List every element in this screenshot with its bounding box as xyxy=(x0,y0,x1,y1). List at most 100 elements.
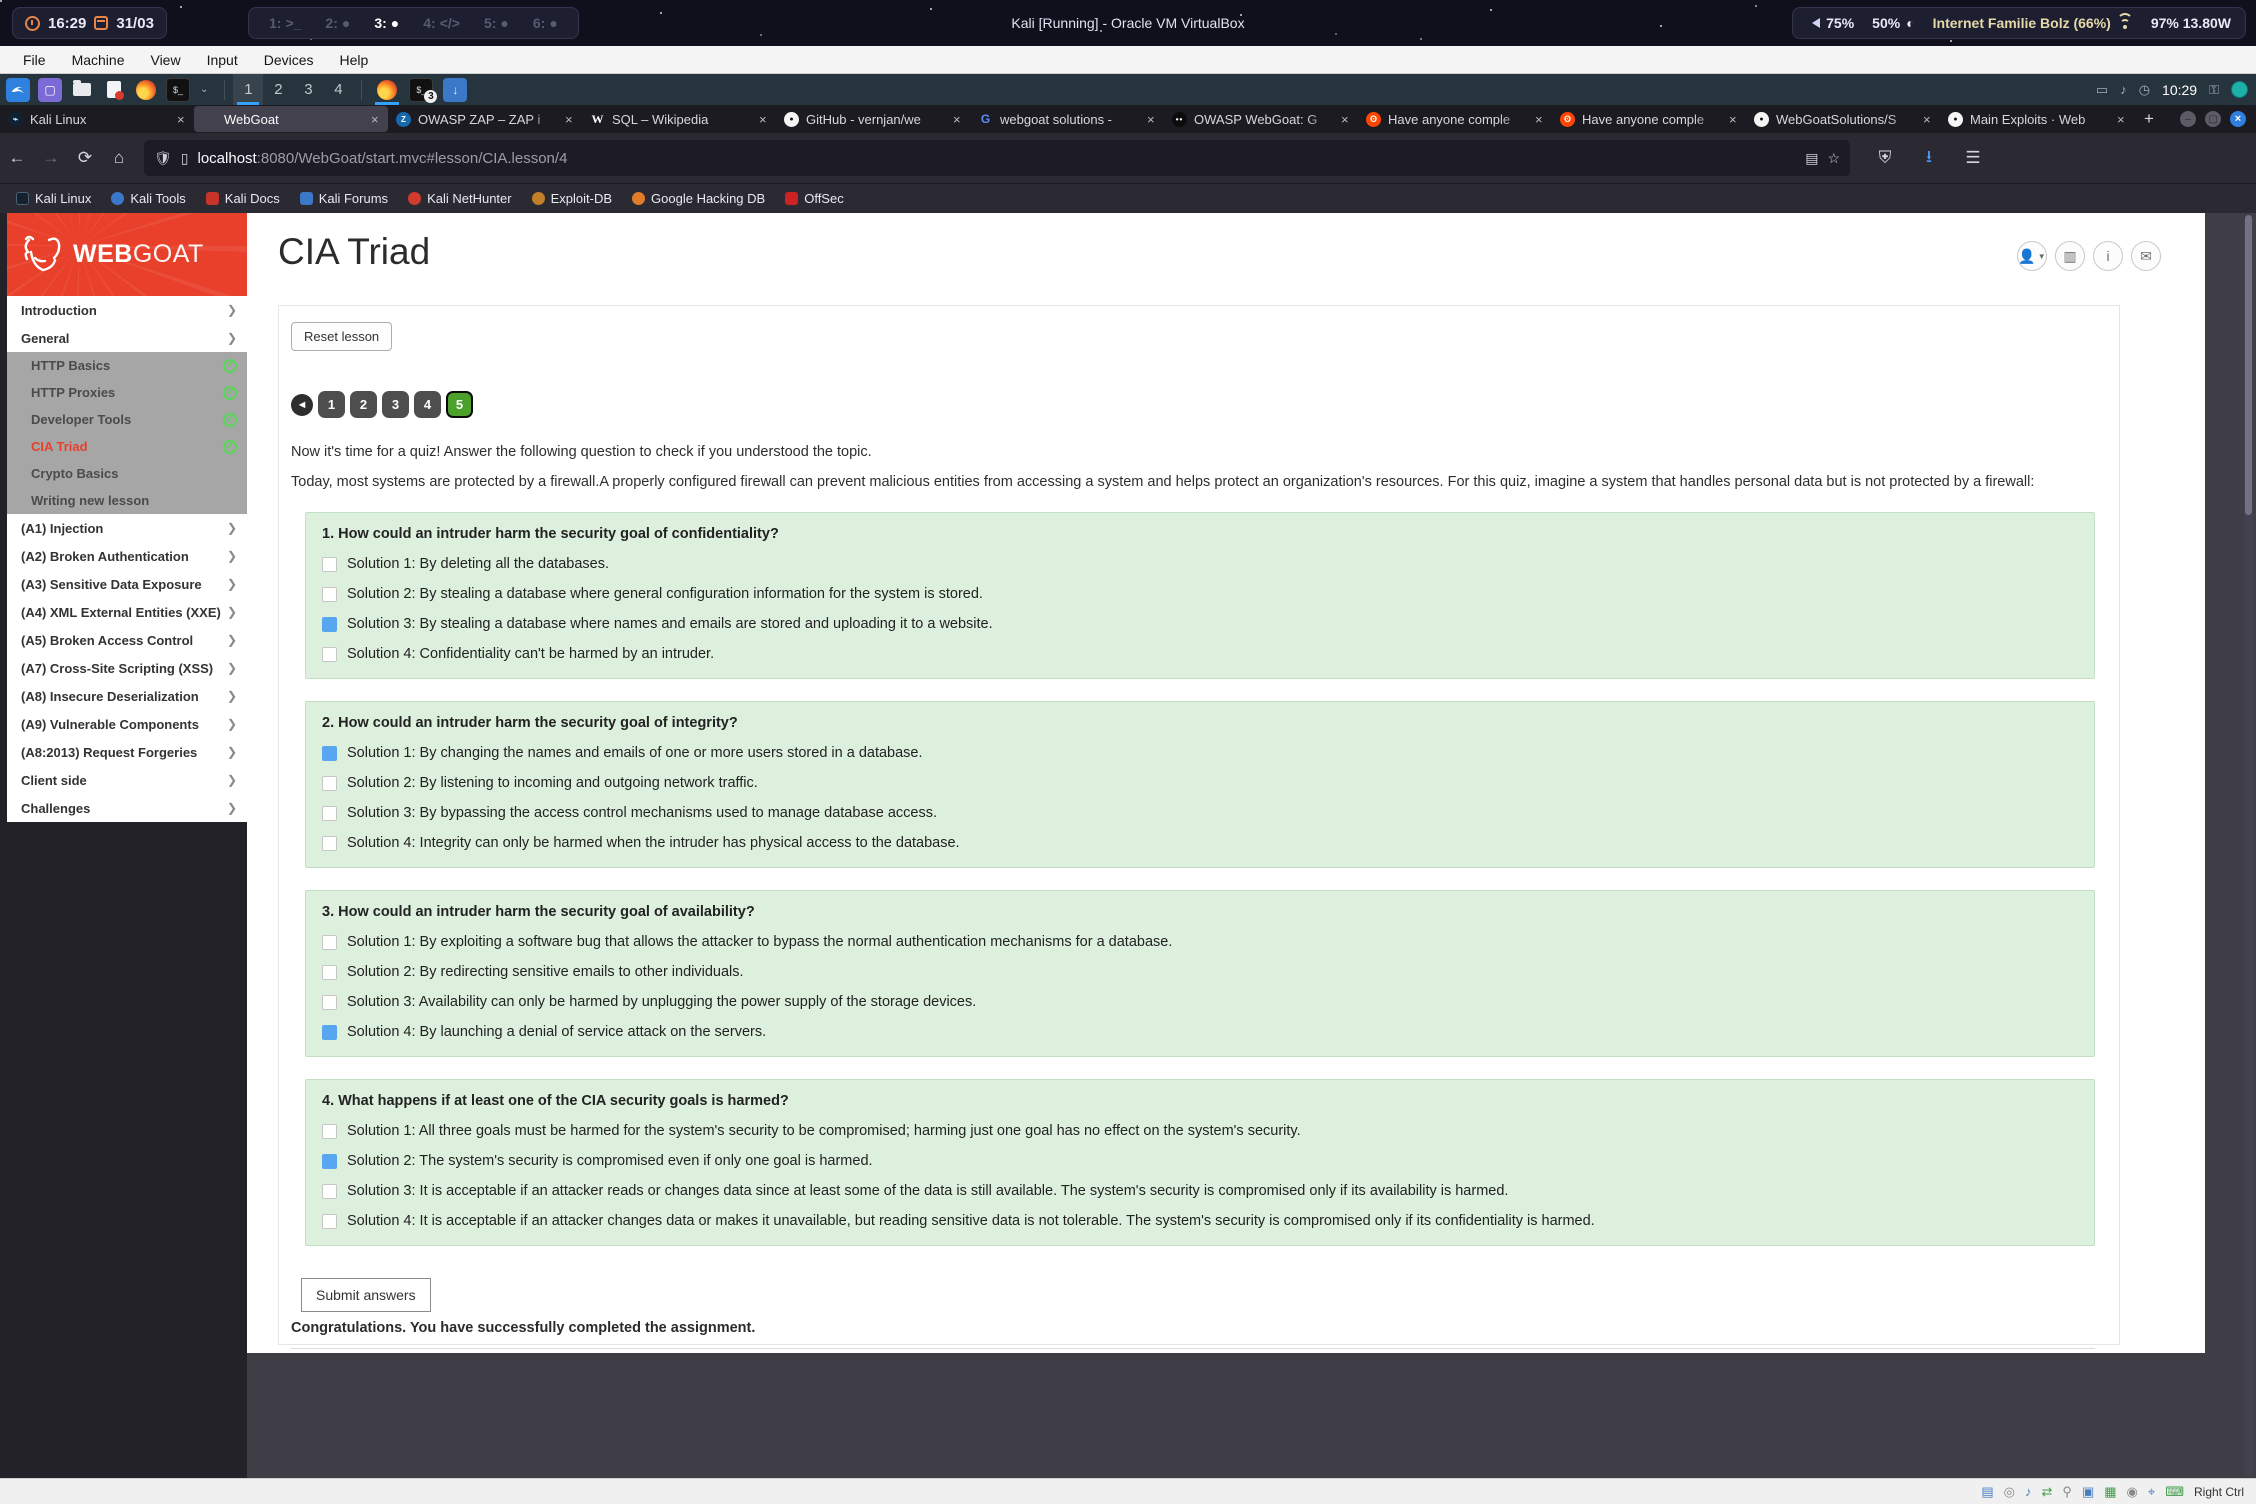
maximize-button[interactable]: ▢ xyxy=(2205,111,2221,127)
bookmark-kali-docs[interactable]: Kali Docs xyxy=(206,191,280,206)
tab-github-vernjan[interactable]: GitHub - vernjan/we× xyxy=(776,105,970,133)
checkbox[interactable] xyxy=(322,587,337,602)
answer-option[interactable]: Solution 4: By launching a denial of ser… xyxy=(322,1024,2078,1040)
page-info-icon[interactable]: ▯ xyxy=(181,150,189,167)
tab-close-icon[interactable]: × xyxy=(1535,112,1543,127)
reader-mode-icon[interactable]: ▤ xyxy=(1805,150,1818,167)
network-status-icon[interactable]: ⇄ xyxy=(2042,1484,2053,1500)
checkbox[interactable] xyxy=(322,806,337,821)
checkbox[interactable] xyxy=(322,776,337,791)
page-scrollbar[interactable] xyxy=(2244,215,2253,1476)
battery-indicator[interactable]: 97% 13.80W xyxy=(2151,15,2231,31)
terminal-launcher-icon[interactable] xyxy=(166,78,190,102)
answer-option[interactable]: Solution 2: By stealing a database where… xyxy=(322,586,2078,602)
tab-owasp-webgoat[interactable]: OWASP WebGoat: G× xyxy=(1164,105,1358,133)
page-4-button[interactable]: 4 xyxy=(414,391,441,418)
page-5-button-current[interactable]: 5 xyxy=(446,391,473,418)
submit-answers-button[interactable]: Submit answers xyxy=(301,1278,431,1312)
answer-option[interactable]: Solution 3: It is acceptable if an attac… xyxy=(322,1183,2078,1199)
bookmark-google-hacking-db[interactable]: Google Hacking DB xyxy=(632,191,765,206)
tab-kali-linux[interactable]: Kali Linux× xyxy=(0,105,194,133)
checkbox[interactable] xyxy=(322,1124,337,1139)
menu-view[interactable]: View xyxy=(137,46,193,73)
kali-menu-button[interactable] xyxy=(6,78,30,102)
tab-webgoat-solutions-search[interactable]: webgoat solutions -× xyxy=(970,105,1164,133)
checkbox[interactable] xyxy=(322,1184,337,1199)
hdd-status-icon[interactable]: ▤ xyxy=(1981,1484,1993,1500)
host-clock-widget[interactable]: 16:29 31/03 xyxy=(12,7,167,39)
lock-tray-icon[interactable]: ⚿ xyxy=(2209,82,2219,98)
host-status-widgets[interactable]: 75% 50%◐ Internet Familie Bolz (66%) 97%… xyxy=(1792,7,2246,39)
sidebar-item-http-proxies[interactable]: HTTP Proxies✓ xyxy=(7,379,247,406)
tab-webgoat-active[interactable]: WebGoat× xyxy=(194,106,388,132)
answer-option[interactable]: Solution 3: Availability can only be har… xyxy=(322,994,2078,1010)
host-workspace-6[interactable]: 6:● xyxy=(525,15,566,31)
tab-close-icon[interactable]: × xyxy=(1729,112,1737,127)
usb-status-icon[interactable]: ⚲ xyxy=(2062,1484,2072,1500)
tab-sql-wikipedia[interactable]: SQL – Wikipedia× xyxy=(582,105,776,133)
checkbox[interactable] xyxy=(322,836,337,851)
file-manager-icon[interactable] xyxy=(70,78,94,102)
close-button[interactable]: × xyxy=(2230,111,2246,127)
audio-tray-icon[interactable]: ♪ xyxy=(2120,82,2127,97)
answer-option[interactable]: Solution 3: By stealing a database where… xyxy=(322,616,2078,632)
sidebar-item-crypto-basics[interactable]: Crypto Basics xyxy=(7,460,247,487)
checkbox[interactable] xyxy=(322,1154,337,1169)
checkbox[interactable] xyxy=(322,557,337,572)
downloads-icon[interactable]: ⭳ xyxy=(1912,141,1946,175)
tab-main-exploits[interactable]: Main Exploits · Web× xyxy=(1940,105,2134,133)
host-workspace-1[interactable]: 1:>_ xyxy=(261,15,309,31)
host-workspace-4[interactable]: 4:</> xyxy=(415,15,468,31)
page-1-button[interactable]: 1 xyxy=(318,391,345,418)
tab-webgoatsolutions-repo[interactable]: WebGoatSolutions/S× xyxy=(1746,105,1940,133)
sidebar-item-a1-injection[interactable]: (A1) Injection❯ xyxy=(7,514,247,542)
sidebar-item-a3-sensitive-data-exposure[interactable]: (A3) Sensitive Data Exposure❯ xyxy=(7,570,247,598)
tab-close-icon[interactable]: × xyxy=(1147,112,1155,127)
tab-reddit-2[interactable]: Have anyone comple× xyxy=(1552,105,1746,133)
bookmark-kali-tools[interactable]: Kali Tools xyxy=(111,191,185,206)
bookmark-offsec[interactable]: OffSec xyxy=(785,191,844,206)
sidebar-item-http-basics[interactable]: HTTP Basics✓ xyxy=(7,352,247,379)
host-workspace-5[interactable]: 5:● xyxy=(476,15,517,31)
tab-close-icon[interactable]: × xyxy=(177,112,185,127)
sidebar-item-a7-xss[interactable]: (A7) Cross-Site Scripting (XSS)❯ xyxy=(7,654,247,682)
back-button[interactable]: ← xyxy=(0,141,34,175)
taskbar-workspace-3[interactable]: 3 xyxy=(293,74,323,105)
user-menu-button[interactable]: 👤▼ xyxy=(2017,241,2047,271)
previous-page-button[interactable]: ◄ xyxy=(291,394,313,416)
audio-status-icon[interactable]: ♪ xyxy=(2025,1484,2032,1499)
menu-input[interactable]: Input xyxy=(194,46,251,73)
sidebar-item-a2-broken-authentication[interactable]: (A2) Broken Authentication❯ xyxy=(7,542,247,570)
checkbox[interactable] xyxy=(322,1025,337,1040)
sidebar-item-cia-triad[interactable]: CIA Triad✓ xyxy=(7,433,247,460)
bookmark-kali-forums[interactable]: Kali Forums xyxy=(300,191,388,206)
answer-option[interactable]: Solution 1: By deleting all the database… xyxy=(322,556,2078,572)
url-text[interactable]: localhost:8080/WebGoat/start.mvc#lesson/… xyxy=(198,150,1797,167)
webgoat-logo-header[interactable]: WEBGOAT xyxy=(7,213,247,296)
tab-owasp-zap[interactable]: OWASP ZAP – ZAP i× xyxy=(388,105,582,133)
downloads-window-button[interactable] xyxy=(438,74,472,105)
new-tab-button[interactable]: + xyxy=(2134,105,2164,133)
firefox-launcher-icon[interactable] xyxy=(134,78,158,102)
tab-reddit-1[interactable]: Have anyone comple× xyxy=(1358,105,1552,133)
reset-lesson-button[interactable]: Reset lesson xyxy=(291,322,392,351)
app-launcher-icon[interactable] xyxy=(38,78,62,102)
firefox-window-button[interactable] xyxy=(370,74,404,105)
tab-close-icon[interactable]: × xyxy=(565,112,573,127)
tab-close-icon[interactable]: × xyxy=(759,112,767,127)
answer-option[interactable]: Solution 1: All three goals must be harm… xyxy=(322,1123,2078,1139)
answer-option[interactable]: Solution 4: Confidentiality can't be har… xyxy=(322,646,2078,662)
contact-button[interactable]: ✉ xyxy=(2131,241,2161,271)
menu-machine[interactable]: Machine xyxy=(59,46,138,73)
checkbox[interactable] xyxy=(322,995,337,1010)
shared-folders-status-icon[interactable]: ▣ xyxy=(2082,1484,2094,1500)
home-button[interactable]: ⌂ xyxy=(102,141,136,175)
url-bar[interactable]: 🛡 ▯ localhost:8080/WebGoat/start.mvc#les… xyxy=(144,140,1850,176)
sidebar-item-a5-broken-access-control[interactable]: (A5) Broken Access Control❯ xyxy=(7,626,247,654)
taskbar-workspace-1[interactable]: 1 xyxy=(233,74,263,105)
taskbar-workspace-4[interactable]: 4 xyxy=(323,74,353,105)
display-tray-icon[interactable]: ▭ xyxy=(2096,82,2108,98)
sidebar-item-a82013-request-forgeries[interactable]: (A8:2013) Request Forgeries❯ xyxy=(7,738,247,766)
sidebar-item-general[interactable]: General❯ xyxy=(7,324,247,352)
tab-close-icon[interactable]: × xyxy=(953,112,961,127)
